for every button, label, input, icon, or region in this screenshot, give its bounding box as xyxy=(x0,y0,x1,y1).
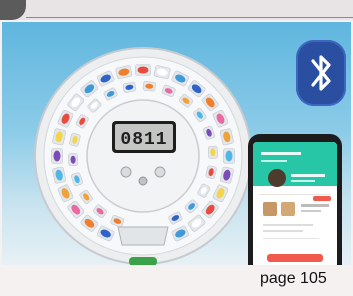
product-photo: 0811 xyxy=(2,22,351,265)
right-button[interactable] xyxy=(154,166,166,178)
center-hub xyxy=(86,99,200,213)
phone-screen xyxy=(253,142,337,265)
bluetooth-icon xyxy=(311,55,331,91)
pill xyxy=(53,150,61,162)
pill-dispenser: 0811 xyxy=(34,47,252,265)
lcd-time: 0811 xyxy=(120,130,167,150)
green-indicator-light xyxy=(129,257,157,265)
header-corner-tab xyxy=(0,0,26,20)
pill xyxy=(137,66,149,74)
bluetooth-badge xyxy=(296,40,346,106)
center-button[interactable] xyxy=(138,176,148,186)
dispensing-slot xyxy=(117,226,169,246)
app-screenshot xyxy=(253,142,337,262)
header-rule xyxy=(26,17,353,18)
left-button[interactable] xyxy=(120,166,132,178)
page-reference: page 105 xyxy=(260,270,327,287)
page-header-strip xyxy=(0,0,353,20)
smartphone xyxy=(248,134,342,265)
pill xyxy=(225,150,233,162)
